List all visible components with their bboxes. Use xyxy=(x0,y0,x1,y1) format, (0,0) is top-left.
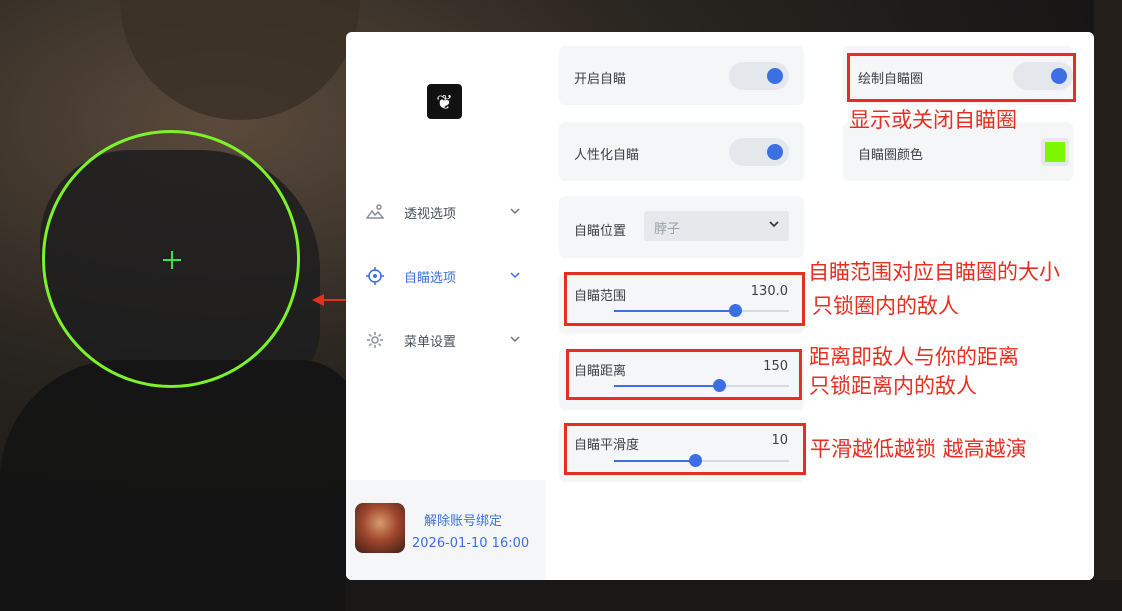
background-shape xyxy=(346,580,1122,611)
background-shape xyxy=(1094,0,1122,611)
humanized-aim-label: 人性化自瞄 xyxy=(574,148,640,163)
sidebar-item-label: 自瞄选项 xyxy=(404,270,457,286)
sidebar-item-aim[interactable]: 自瞄选项 xyxy=(346,256,545,296)
aim-position-label: 自瞄位置 xyxy=(574,224,627,239)
landscape-icon xyxy=(366,203,384,221)
toggle-knob xyxy=(767,68,783,84)
unbind-account-link[interactable]: 解除账号绑定 xyxy=(424,510,502,529)
annotation-text: 自瞄范围对应自瞄圈的大小 xyxy=(808,260,1060,284)
background-shape xyxy=(0,360,360,611)
annotation-text: 显示或关闭自瞄圈 xyxy=(849,108,1017,132)
avatar xyxy=(355,503,405,553)
annotation-text: 只锁距离内的敌人 xyxy=(809,374,977,398)
crosshair-icon xyxy=(163,251,181,269)
expire-time: 2026-01-10 16:00 xyxy=(412,536,530,551)
enable-aim-label: 开启自瞄 xyxy=(574,72,627,87)
aim-circle-color-label: 自瞄圈颜色 xyxy=(858,148,924,163)
sidebar-item-label: 透视选项 xyxy=(404,206,457,222)
chevron-down-icon xyxy=(510,206,520,219)
sidebar-item-menu-settings[interactable]: 菜单设置 xyxy=(346,320,545,360)
chevron-down-icon xyxy=(769,219,779,232)
aim-position-select[interactable]: 脖子 xyxy=(644,211,789,241)
background-shape xyxy=(120,0,360,120)
humanized-aim-toggle[interactable] xyxy=(729,138,789,166)
annotation-text: 距离即敌人与你的距离 xyxy=(809,345,1019,369)
sidebar-item-label: 菜单设置 xyxy=(404,334,457,350)
highlight-box xyxy=(564,423,806,475)
color-fill xyxy=(1045,142,1065,162)
chevron-down-icon xyxy=(510,270,520,283)
highlight-box xyxy=(564,272,805,326)
enable-aim-toggle[interactable] xyxy=(729,62,789,90)
humanized-aim-card: 人性化自瞄 xyxy=(559,122,804,181)
annotation-text: 只锁圈内的敌人 xyxy=(812,294,959,318)
aim-circle-color-swatch[interactable] xyxy=(1041,138,1069,166)
sidebar-item-esp[interactable]: 透视选项 xyxy=(346,192,545,232)
enable-aim-card: 开启自瞄 xyxy=(559,46,804,105)
gear-icon xyxy=(366,331,384,349)
highlight-box xyxy=(847,53,1076,102)
annotation-text: 平滑越低越锁 越高越演 xyxy=(810,437,1027,461)
user-area: 解除账号绑定 2026-01-10 16:00 xyxy=(346,480,545,580)
crosshair-icon xyxy=(366,267,384,285)
toggle-knob xyxy=(767,144,783,160)
aim-position-value: 脖子 xyxy=(654,222,681,237)
sidebar: ❦ 透视选项 自瞄选项 菜单设置 解除账号绑定 2026-01-10 16:00 xyxy=(346,32,545,580)
aim-position-card: 自瞄位置 脖子 xyxy=(559,196,804,258)
chevron-down-icon xyxy=(510,334,520,347)
app-logo-icon: ❦ xyxy=(427,84,462,119)
highlight-box xyxy=(566,349,802,400)
